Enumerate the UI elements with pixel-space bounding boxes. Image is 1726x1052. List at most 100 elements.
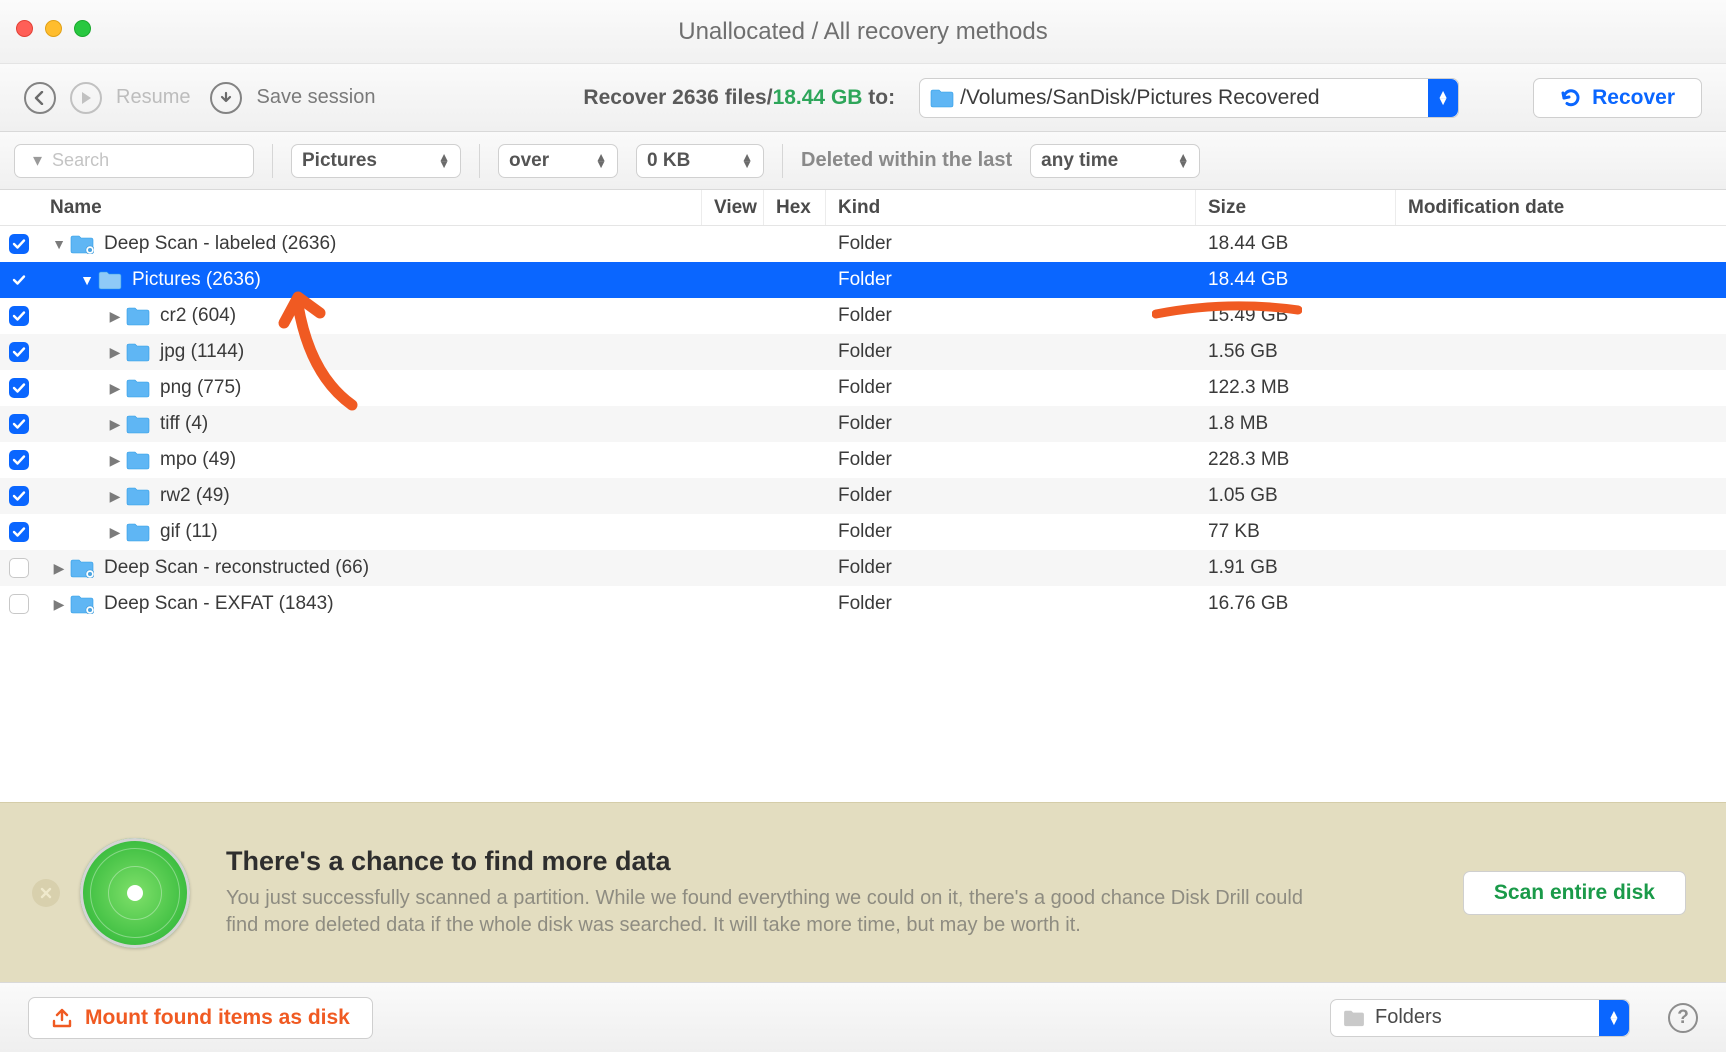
radar-icon (80, 838, 190, 948)
column-modification[interactable]: Modification date (1396, 190, 1726, 225)
row-checkbox[interactable] (9, 270, 29, 290)
row-name-cell[interactable]: ▶ mpo (49) (38, 449, 702, 471)
row-checkbox-cell (0, 558, 38, 578)
filter-size-value: 0 KB (647, 150, 690, 172)
table-row[interactable]: ▶ jpg (1144) Folder 1.56 GB (0, 334, 1726, 370)
zoom-window-button[interactable] (74, 20, 91, 37)
row-checkbox[interactable] (9, 450, 29, 470)
filter-size-value-select[interactable]: 0 KB ▲▼ (636, 144, 764, 178)
row-checkbox[interactable] (9, 486, 29, 506)
disclosure-triangle-icon[interactable]: ▶ (108, 452, 122, 469)
table-row[interactable]: ▶ png (775) Folder 122.3 MB (0, 370, 1726, 406)
row-name-cell[interactable]: ▶ cr2 (604) (38, 305, 702, 327)
filter-time-select[interactable]: any time ▲▼ (1030, 144, 1200, 178)
column-kind[interactable]: Kind (826, 190, 1196, 225)
view-mode-dropdown-button[interactable]: ▲▼ (1599, 1000, 1629, 1036)
column-check (0, 190, 38, 225)
mount-items-button[interactable]: Mount found items as disk (28, 997, 373, 1039)
recover-summary: Recover 2636 files/18.44 GB to: (583, 86, 895, 110)
disclosure-triangle-icon[interactable]: ▼ (52, 236, 66, 252)
disclosure-triangle-icon[interactable]: ▶ (108, 524, 122, 541)
minimize-window-button[interactable] (45, 20, 62, 37)
column-view[interactable]: View (702, 190, 764, 225)
destination-path-dropdown[interactable]: ▲▼ (1428, 79, 1458, 117)
filter-size-op-select[interactable]: over ▲▼ (498, 144, 618, 178)
folder-icon (70, 558, 94, 578)
stepper-icon: ▲▼ (1437, 91, 1449, 105)
table-row[interactable]: ▶ mpo (49) Folder 228.3 MB (0, 442, 1726, 478)
disclosure-triangle-icon[interactable]: ▼ (80, 272, 94, 288)
row-checkbox[interactable] (9, 414, 29, 434)
folder-icon (126, 450, 150, 470)
search-input-wrapper[interactable]: ▾ (14, 144, 254, 178)
column-name[interactable]: Name (38, 190, 702, 225)
recover-summary-count: 2636 (672, 86, 719, 109)
recover-summary-suffix: to: (862, 86, 895, 109)
destination-path-picker[interactable]: /Volumes/SanDisk/Pictures Recovered ▲▼ (919, 78, 1459, 118)
row-name-cell[interactable]: ▼ Pictures (2636) (38, 269, 702, 291)
table-row[interactable]: ▶ Deep Scan - reconstructed (66) Folder … (0, 550, 1726, 586)
filter-type-select[interactable]: Pictures ▲▼ (291, 144, 461, 178)
search-input[interactable] (50, 149, 286, 172)
row-checkbox[interactable] (9, 306, 29, 326)
row-kind: Folder (826, 377, 1196, 399)
row-name-cell[interactable]: ▶ rw2 (49) (38, 485, 702, 507)
disclosure-triangle-icon[interactable]: ▶ (52, 596, 66, 613)
back-button[interactable] (24, 82, 56, 114)
row-checkbox-cell (0, 342, 38, 362)
disclosure-triangle-icon[interactable]: ▶ (108, 416, 122, 433)
row-name-cell[interactable]: ▼ Deep Scan - labeled (2636) (38, 233, 702, 255)
recover-button[interactable]: Recover (1533, 78, 1702, 118)
row-checkbox[interactable] (9, 522, 29, 542)
resume-button[interactable] (70, 82, 102, 114)
row-checkbox[interactable] (9, 594, 29, 614)
row-name-cell[interactable]: ▶ Deep Scan - EXFAT (1843) (38, 593, 702, 615)
row-name-cell[interactable]: ▶ gif (11) (38, 521, 702, 543)
folder-icon (70, 594, 94, 614)
row-name-cell[interactable]: ▶ Deep Scan - reconstructed (66) (38, 557, 702, 579)
row-checkbox-cell (0, 234, 38, 254)
disclosure-triangle-icon[interactable]: ▶ (108, 308, 122, 325)
column-size[interactable]: Size (1196, 190, 1396, 225)
row-checkbox[interactable] (9, 558, 29, 578)
row-size: 77 KB (1196, 521, 1396, 543)
table-row[interactable]: ▶ gif (11) Folder 77 KB (0, 514, 1726, 550)
table-row[interactable]: ▶ rw2 (49) Folder 1.05 GB (0, 478, 1726, 514)
save-session-button[interactable] (210, 82, 242, 114)
help-button[interactable]: ? (1668, 1003, 1698, 1033)
close-window-button[interactable] (16, 20, 33, 37)
table-row[interactable]: ▶ cr2 (604) Folder 15.49 GB (0, 298, 1726, 334)
row-kind: Folder (826, 593, 1196, 615)
folder-icon (98, 270, 122, 290)
row-kind: Folder (826, 449, 1196, 471)
table-row[interactable]: ▶ tiff (4) Folder 1.8 MB (0, 406, 1726, 442)
column-hex[interactable]: Hex (764, 190, 826, 225)
mount-items-label: Mount found items as disk (85, 1006, 350, 1030)
row-kind: Folder (826, 485, 1196, 507)
row-size: 18.44 GB (1196, 269, 1396, 291)
table-row[interactable]: ▼ Pictures (2636) Folder 18.44 GB (0, 262, 1726, 298)
titlebar: Unallocated / All recovery methods (0, 0, 1726, 64)
disclosure-triangle-icon[interactable]: ▶ (108, 344, 122, 361)
disclosure-triangle-icon[interactable]: ▶ (52, 560, 66, 577)
row-size: 1.91 GB (1196, 557, 1396, 579)
table-row[interactable]: ▶ Deep Scan - EXFAT (1843) Folder 16.76 … (0, 586, 1726, 622)
row-name-cell[interactable]: ▶ tiff (4) (38, 413, 702, 435)
row-checkbox[interactable] (9, 378, 29, 398)
folder-icon (126, 486, 150, 506)
view-mode-select[interactable]: Folders ▲▼ (1330, 999, 1630, 1037)
row-checkbox-cell (0, 594, 38, 614)
row-name: png (775) (160, 377, 241, 399)
row-checkbox[interactable] (9, 342, 29, 362)
row-checkbox[interactable] (9, 234, 29, 254)
table-row[interactable]: ▼ Deep Scan - labeled (2636) Folder 18.4… (0, 226, 1726, 262)
row-name-cell[interactable]: ▶ jpg (1144) (38, 341, 702, 363)
filter-type-value: Pictures (302, 150, 377, 172)
close-banner-button[interactable] (32, 879, 60, 907)
disclosure-triangle-icon[interactable]: ▶ (108, 488, 122, 505)
scan-entire-disk-button[interactable]: Scan entire disk (1463, 871, 1686, 915)
disclosure-triangle-icon[interactable]: ▶ (108, 380, 122, 397)
close-icon (40, 887, 52, 899)
row-name-cell[interactable]: ▶ png (775) (38, 377, 702, 399)
row-size: 1.8 MB (1196, 413, 1396, 435)
